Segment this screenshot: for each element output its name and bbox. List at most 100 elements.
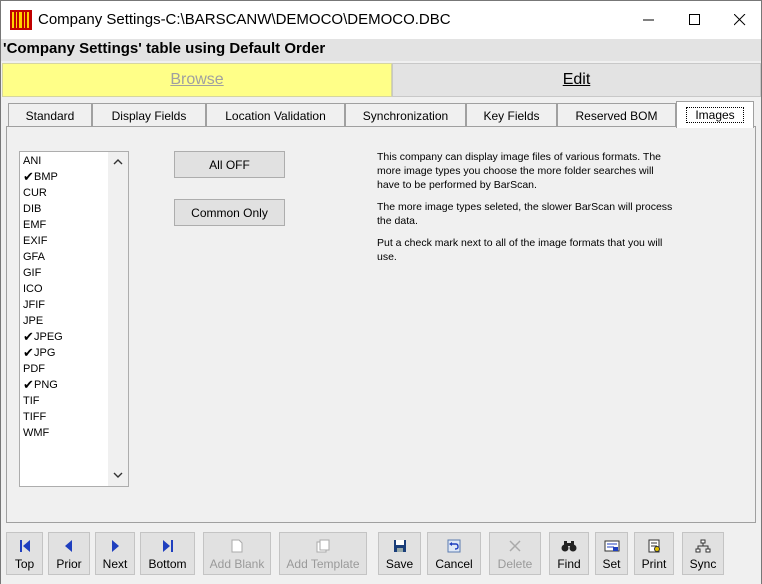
format-label: TIF [23,395,40,407]
list-scrollbar[interactable] [108,152,128,486]
toolbar-label: Prior [56,557,82,571]
help-paragraph: This company can display image files of … [377,151,662,191]
format-label: DIB [23,203,42,215]
edit-mode-label: Edit [562,71,591,88]
toolbar-label: Print [641,557,667,571]
browse-mode-tab[interactable]: Browse [2,63,392,97]
toolbar-label: Save [385,557,414,571]
format-label: WMF [23,427,50,439]
tab-images[interactable]: Images [676,101,754,128]
last-icon [161,538,175,554]
format-list-item[interactable]: GIF [20,265,108,281]
barcode-app-icon [10,10,32,30]
toolbar-label: Delete [497,557,533,571]
save-button[interactable]: Save [378,532,421,575]
format-list-item[interactable]: TIFF [20,409,108,425]
checkmark-icon: ✔ [23,169,34,184]
format-list-item[interactable]: PDF [20,361,108,377]
cancel-button[interactable]: Cancel [427,532,481,575]
tab-key-fields[interactable]: Key Fields [466,103,557,127]
template-icon [316,538,330,554]
format-list-item[interactable]: JFIF [20,297,108,313]
next-icon [108,538,122,554]
close-button[interactable] [717,1,762,39]
scroll-down-button[interactable] [108,465,128,485]
images-help-text: This company can display image files of … [377,150,677,272]
common-only-button[interactable]: Common Only [174,199,285,226]
format-list-item[interactable]: WMF [20,425,108,441]
all-off-button[interactable]: All OFF [174,151,285,178]
format-label: PNG [34,379,58,391]
format-label: JFIF [23,299,45,311]
format-list-item[interactable]: TIF [20,393,108,409]
format-list-item[interactable]: GFA [20,249,108,265]
add-blank-button[interactable]: Add Blank [203,532,271,575]
maximize-button[interactable] [672,1,718,39]
tab-synchronization[interactable]: Synchronization [345,103,466,127]
minimize-icon [643,19,654,21]
binoculars-icon [561,538,577,554]
app-window: Company Settings-C:\BARSCANW\DEMOCO\DEMO… [0,0,762,584]
scroll-up-button[interactable] [108,152,128,172]
toolbar-label: Add Template [286,557,360,571]
format-list-item[interactable]: JPE [20,313,108,329]
minimize-button[interactable] [626,1,672,39]
toolbar-label: Top [14,557,35,571]
format-label: EMF [23,219,47,231]
image-format-list[interactable]: ANI ✔ BMP CUR DIB EMF EXIF GFA GIF ICO JFIF JPE ✔ JPE… [19,151,129,487]
tab-standard[interactable]: Standard [8,103,92,127]
print-button[interactable]: Print [634,532,674,575]
print-icon [647,538,661,554]
prior-icon [62,538,76,554]
format-list-item[interactable]: ✔ BMP [20,169,108,185]
format-label: CUR [23,187,47,199]
delete-button[interactable]: Delete [489,532,541,575]
network-icon [695,538,711,554]
format-list-item[interactable]: CUR [20,185,108,201]
first-icon [18,538,32,554]
toolbar-label: Cancel [435,557,473,571]
help-paragraph: The more image types seleted, the slower… [377,201,673,227]
delete-x-icon [508,538,522,554]
format-label: BMP [34,171,58,183]
checkmark-icon: ✔ [23,345,34,360]
settings-tab-strip: Standard Display Fields Location Validat… [6,101,758,128]
tab-location-validation[interactable]: Location Validation [206,103,345,127]
format-list-item[interactable]: ANI [20,153,108,169]
prior-button[interactable]: Prior [48,532,90,575]
checkmark-icon: ✔ [23,329,34,344]
toolbar-label: Bottom [148,557,187,571]
table-caption: 'Company Settings' table using Default O… [3,40,326,57]
format-list-item[interactable]: DIB [20,201,108,217]
format-label: PDF [23,363,45,375]
format-list-item[interactable]: ✔ JPG [20,345,108,361]
toolbar-label: Find [557,557,581,571]
chevron-down-icon [113,472,123,478]
tab-reserved-bom[interactable]: Reserved BOM [557,103,676,127]
find-button[interactable]: Find [549,532,589,575]
record-toolbar: Top Prior Next Bottom Add Blank Add Temp… [1,528,761,584]
format-list-item[interactable]: ✔ JPEG [20,329,108,345]
toolbar-label: Add Blank [209,557,265,571]
set-button[interactable]: Set [595,532,628,575]
tab-label: Synchronization [362,108,449,123]
add-template-button[interactable]: Add Template [279,532,367,575]
edit-mode-tab[interactable]: Edit [392,63,761,97]
format-label: JPE [23,315,44,327]
sync-button[interactable]: Sync [682,532,724,575]
bottom-button[interactable]: Bottom [140,532,195,575]
tab-display-fields[interactable]: Display Fields [92,103,206,127]
checkmark-icon: ✔ [23,377,34,392]
blank-page-icon [231,538,243,554]
format-label: ANI [23,155,42,167]
window-title: Company Settings-C:\BARSCANW\DEMOCO\DEMO… [38,11,451,28]
tab-label: Reserved BOM [575,108,658,123]
format-list-item[interactable]: EXIF [20,233,108,249]
format-list-item[interactable]: EMF [20,217,108,233]
close-icon [734,14,746,26]
format-label: JPG [34,347,56,359]
next-button[interactable]: Next [95,532,135,575]
format-list-item[interactable]: ✔ PNG [20,377,108,393]
format-list-item[interactable]: ICO [20,281,108,297]
top-button[interactable]: Top [6,532,43,575]
